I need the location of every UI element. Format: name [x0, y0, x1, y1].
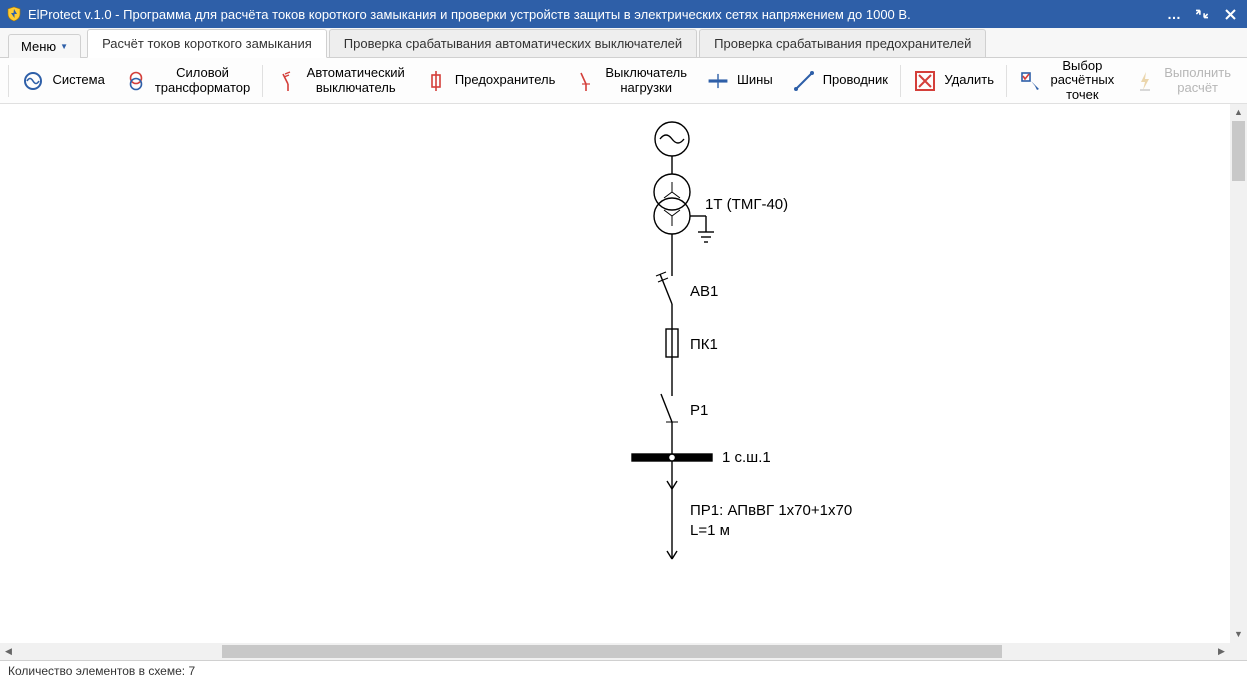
- tool-conductor-label: Проводник: [823, 73, 888, 87]
- fuse-icon: [425, 70, 447, 92]
- label-switch: Р1: [690, 402, 708, 419]
- tabs: Расчёт токов короткого замыкания Проверк…: [87, 28, 988, 57]
- window-title: ElProtect v.1.0 - Программа для расчёта …: [28, 7, 1167, 22]
- tool-calc-points-label: Выбор расчётных точек: [1050, 59, 1114, 102]
- label-breaker: АВ1: [690, 283, 718, 300]
- tool-delete[interactable]: Удалить: [904, 66, 1004, 96]
- tab-breaker-check[interactable]: Проверка срабатывания автоматических вык…: [329, 29, 697, 58]
- status-bar: Количество элементов в схеме: 7: [0, 660, 1247, 680]
- minimize-button[interactable]: …: [1167, 7, 1181, 21]
- tool-breaker[interactable]: Автоматический выключатель: [267, 62, 415, 99]
- tool-run-label: Выполнить расчёт: [1164, 66, 1231, 95]
- tool-load-switch[interactable]: Выключатель нагрузки: [565, 62, 697, 99]
- titlebar: ElProtect v.1.0 - Программа для расчёта …: [0, 0, 1247, 28]
- tool-load-switch-label: Выключатель нагрузки: [605, 66, 687, 95]
- menu-button[interactable]: Меню ▼: [8, 34, 81, 58]
- menu-label: Меню: [21, 39, 56, 54]
- tool-fuse-label: Предохранитель: [455, 73, 556, 87]
- tool-bus[interactable]: Шины: [697, 66, 783, 96]
- bus-icon: [707, 70, 729, 92]
- conductor-icon: [793, 70, 815, 92]
- tool-system-label: Система: [52, 73, 104, 87]
- load-switch-icon: [575, 70, 597, 92]
- chevron-down-icon: ▼: [60, 42, 68, 51]
- scroll-up-arrow[interactable]: ▲: [1230, 104, 1247, 121]
- tool-system[interactable]: Система: [12, 66, 114, 96]
- tab-fuse-check[interactable]: Проверка срабатывания предохранителей: [699, 29, 986, 58]
- calc-points-icon: [1020, 70, 1042, 92]
- scroll-right-arrow[interactable]: ▶: [1213, 643, 1230, 660]
- tool-transformer-label: Силовой трансформатор: [155, 66, 250, 95]
- scroll-corner: [1230, 643, 1247, 660]
- toolbar: Система Силовой трансформатор Автоматиче…: [0, 58, 1247, 104]
- tool-breaker-label: Автоматический выключатель: [307, 66, 405, 95]
- label-bus: 1 с.ш.1: [722, 449, 771, 466]
- app-icon: [6, 6, 22, 22]
- horizontal-scrollbar[interactable]: ◀ ▶: [0, 643, 1230, 660]
- tool-bus-label: Шины: [737, 73, 773, 87]
- tool-delete-label: Удалить: [944, 73, 994, 87]
- status-text: Количество элементов в схеме: 7: [8, 664, 195, 678]
- scroll-left-arrow[interactable]: ◀: [0, 643, 17, 660]
- scroll-down-arrow[interactable]: ▼: [1230, 626, 1247, 643]
- tool-fuse[interactable]: Предохранитель: [415, 66, 566, 96]
- label-fuse: ПК1: [690, 336, 718, 353]
- label-transformer: 1Т (ТМГ-40): [705, 196, 788, 213]
- label-cable-2: L=1 м: [690, 522, 730, 539]
- label-cable-1: ПР1: АПвВГ 1х70+1х70: [690, 502, 852, 519]
- canvas-area: 1Т (ТМГ-40) АВ1 ПК1 Р1 1 с.ш.1 ПР1: АПвВ…: [0, 104, 1247, 660]
- tool-calc-points[interactable]: Выбор расчётных точек: [1010, 55, 1124, 106]
- system-icon: [22, 70, 44, 92]
- breaker-icon: [277, 70, 299, 92]
- run-icon: [1134, 70, 1156, 92]
- vscroll-thumb[interactable]: [1232, 121, 1245, 181]
- maximize-button[interactable]: [1195, 7, 1209, 21]
- menubar: Меню ▼ Расчёт токов короткого замыкания …: [0, 28, 1247, 58]
- transformer-icon: [125, 70, 147, 92]
- tab-short-circuit[interactable]: Расчёт токов короткого замыкания: [87, 29, 327, 58]
- hscroll-thumb[interactable]: [222, 645, 1002, 658]
- close-button[interactable]: [1223, 7, 1237, 21]
- tool-conductor[interactable]: Проводник: [783, 66, 898, 96]
- schematic-canvas[interactable]: 1Т (ТМГ-40) АВ1 ПК1 Р1 1 с.ш.1 ПР1: АПвВ…: [0, 104, 1230, 643]
- tool-transformer[interactable]: Силовой трансформатор: [115, 62, 260, 99]
- tool-run-calc: Выполнить расчёт: [1124, 62, 1241, 99]
- vertical-scrollbar[interactable]: ▲ ▼: [1230, 104, 1247, 643]
- delete-icon: [914, 70, 936, 92]
